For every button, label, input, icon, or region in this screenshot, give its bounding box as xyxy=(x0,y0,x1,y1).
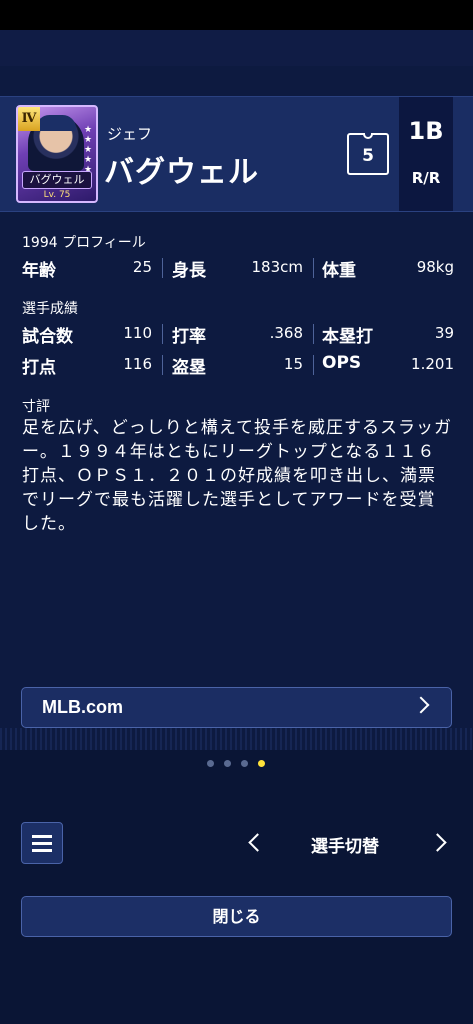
player-last-name: バグウェル xyxy=(104,155,259,190)
stats-heading: 選手成績 xyxy=(22,301,78,317)
mlb-link-button[interactable]: MLB.com xyxy=(21,687,452,728)
sb-cell: 盗塁 15 xyxy=(172,351,303,379)
jersey-number-text: 5 xyxy=(362,146,374,166)
chevron-right-icon xyxy=(412,696,430,714)
stats-row-2: 打点 116 盗塁 15 OPS 1.201 xyxy=(22,351,454,379)
review-text: 足を広げ、どっしりと構えて投手を威圧するスラッガー。１９９４年はともにリーグトッ… xyxy=(22,418,452,534)
menu-icon xyxy=(32,835,52,838)
ops-value: 1.201 xyxy=(411,355,454,373)
avg-value: .368 xyxy=(269,324,303,342)
jersey-number: 5 xyxy=(347,133,389,175)
divider xyxy=(313,258,314,278)
games-value: 110 xyxy=(123,324,152,342)
rbi-label: 打点 xyxy=(22,358,56,378)
card-rank-badge: Ⅳ xyxy=(18,107,40,131)
close-button[interactable]: 閉じる xyxy=(21,896,452,937)
sb-value: 15 xyxy=(283,355,303,373)
games-label: 試合数 xyxy=(22,327,73,347)
hr-label: 本塁打 xyxy=(322,327,373,347)
profile-row: 年齢 25 身長 183cm 体重 98kg xyxy=(22,254,454,282)
bottom-panel xyxy=(0,750,473,1024)
avg-label: 打率 xyxy=(172,327,206,347)
player-first-name: ジェフ xyxy=(107,125,153,143)
page-dot-2[interactable] xyxy=(224,760,231,767)
page-dot-3[interactable] xyxy=(241,760,248,767)
stats-row-1: 試合数 110 打率 .368 本塁打 39 xyxy=(22,320,454,348)
divider xyxy=(313,324,314,344)
status-bar xyxy=(0,0,473,30)
jersey-collar-icon xyxy=(363,133,373,139)
player-card: Ⅳ ★ ★ ★ ★ ★ バグウェル Lv. 75 xyxy=(16,105,98,203)
divider xyxy=(162,258,163,278)
profile-heading: 1994 プロフィール xyxy=(22,235,146,251)
rbi-value: 116 xyxy=(123,355,152,373)
divider xyxy=(162,324,163,344)
position: 1B xyxy=(408,117,444,145)
rbi-cell: 打点 116 xyxy=(22,351,152,379)
weight-label: 体重 xyxy=(322,261,356,281)
divider xyxy=(162,355,163,375)
divider xyxy=(313,355,314,375)
menu-icon xyxy=(32,849,52,852)
page-indicator xyxy=(207,760,267,768)
weight-cell: 体重 98kg xyxy=(322,254,454,282)
review-heading: 寸評 xyxy=(22,399,50,415)
card-name: バグウェル xyxy=(22,171,92,189)
height-value: 183cm xyxy=(251,258,304,276)
page-dot-4[interactable] xyxy=(258,760,265,767)
mlb-link-label: MLB.com xyxy=(42,697,123,717)
age-cell: 年齢 25 xyxy=(22,254,152,282)
sb-label: 盗塁 xyxy=(172,358,206,378)
page-dot-1[interactable] xyxy=(207,760,214,767)
weight-value: 98kg xyxy=(416,258,454,276)
card-level: Lv. 75 xyxy=(43,190,71,200)
age-value: 25 xyxy=(132,258,152,276)
player-header: Ⅳ ★ ★ ★ ★ ★ バグウェル Lv. 75 ジェフ バグウェル 5 1B R/R xyxy=(0,96,473,212)
hr-value: 39 xyxy=(434,324,454,342)
bats-throws: R/R xyxy=(411,169,441,187)
menu-button[interactable] xyxy=(21,822,63,864)
player-cap xyxy=(36,115,76,131)
menu-icon xyxy=(32,842,52,845)
top-band xyxy=(0,30,473,66)
height-label: 身長 xyxy=(172,261,206,281)
games-cell: 試合数 110 xyxy=(22,320,152,348)
ops-label: OPS xyxy=(322,353,362,373)
position-box: 1B R/R xyxy=(399,97,453,211)
card-stars-icon: ★ ★ ★ ★ ★ xyxy=(83,125,93,175)
player-switch-label: 選手切替 xyxy=(311,837,379,857)
pattern-divider xyxy=(0,728,473,750)
avg-cell: 打率 .368 xyxy=(172,320,303,348)
top-spacer xyxy=(0,66,473,96)
age-label: 年齢 xyxy=(22,261,56,281)
ops-cell: OPS 1.201 xyxy=(322,351,454,379)
height-cell: 身長 183cm xyxy=(172,254,303,282)
hr-cell: 本塁打 39 xyxy=(322,320,454,348)
